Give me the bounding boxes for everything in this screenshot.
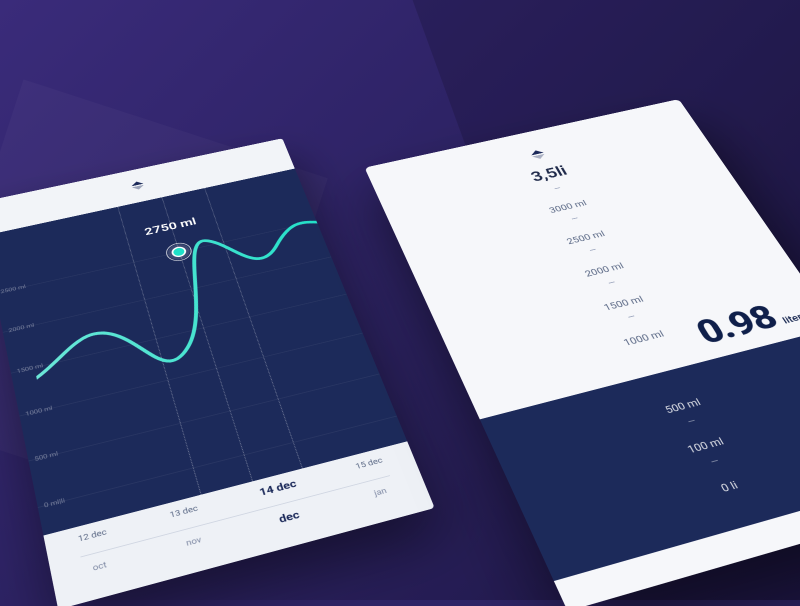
scale-tick: 500 ml	[663, 396, 703, 416]
scale-tick: 1000 ml	[622, 329, 666, 349]
scale-tick: 2500 ml	[565, 229, 607, 246]
scale-card: 3,5li 3000 ml 2500 ml 2000 ml 1500 ml 10…	[365, 99, 800, 606]
target-label: 3,5li	[528, 162, 570, 184]
scale-tick: 1500 ml	[602, 294, 646, 313]
filled-region: 500 ml 100 ml 0 li	[480, 327, 800, 581]
scale-tick: 3000 ml	[547, 198, 588, 215]
readout-unit: liters	[780, 310, 800, 326]
month-tick[interactable]: nov	[185, 536, 202, 549]
scale-tick: 100 ml	[685, 435, 726, 456]
month-tick[interactable]: oct	[92, 561, 108, 573]
intake-scale[interactable]: 3,5li 3000 ml 2500 ml 2000 ml 1500 ml 10…	[379, 128, 800, 581]
scale-tick: 2000 ml	[583, 261, 626, 279]
day-tick[interactable]: 13 dec	[169, 505, 199, 521]
scale-tick: 0 li	[719, 479, 741, 495]
chart-card: 0 ml|li 500 ml 1000 ml 1500 ml 2000 ml 2…	[0, 138, 435, 606]
app-logo-icon	[130, 180, 144, 190]
day-tick[interactable]: 12 dec	[77, 528, 107, 544]
day-tick-selected[interactable]: 14 dec	[258, 478, 298, 499]
day-tick[interactable]: 15 dec	[355, 457, 384, 472]
month-tick[interactable]: jan	[373, 487, 388, 498]
app-logo-icon	[529, 149, 546, 160]
month-tick-selected[interactable]: dec	[277, 508, 301, 525]
